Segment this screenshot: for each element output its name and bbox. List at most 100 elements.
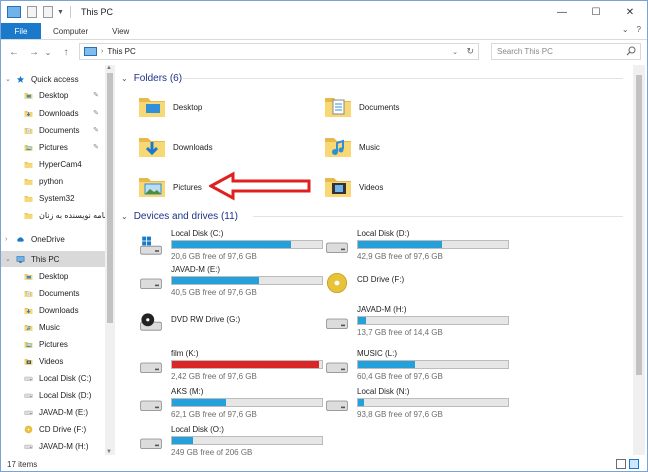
help-button[interactable]: ? xyxy=(637,25,641,34)
sidebar-item-3[interactable]: Downloads ✎ xyxy=(1,105,105,121)
forward-button[interactable]: → xyxy=(27,47,41,58)
drive-item[interactable]: DVD RW Drive (G:) xyxy=(135,305,323,341)
sidebar-item-15[interactable]: Music xyxy=(1,319,105,335)
drive-icon xyxy=(24,376,33,381)
sidebar-item-21[interactable]: CD Drive (F:) xyxy=(1,421,105,437)
properties-icon[interactable] xyxy=(27,6,37,18)
new-folder-icon[interactable] xyxy=(43,6,53,18)
drive-usage-bar xyxy=(357,316,509,325)
drive-usage-fill xyxy=(358,241,442,248)
nav-scroll-up-button[interactable]: ▲ xyxy=(106,65,112,71)
drives-heading: Devices and drives (11) xyxy=(133,210,239,222)
folder-downloads[interactable]: Downloads xyxy=(137,131,337,167)
sidebar-item-label: Local Disk (D:) xyxy=(39,390,92,400)
sidebar-item-19[interactable]: Local Disk (D:) xyxy=(1,387,105,403)
tab-view[interactable]: View xyxy=(100,23,141,39)
recent-locations-button[interactable]: ⌄ xyxy=(43,48,53,57)
expand-icon[interactable]: › xyxy=(5,236,7,243)
expand-ribbon-button[interactable]: ⌄ xyxy=(622,25,629,34)
sidebar-item-11[interactable]: ⌄ This PC xyxy=(1,251,105,267)
download-icon xyxy=(139,138,165,157)
sidebar-item-17[interactable]: Videos xyxy=(1,353,105,369)
collapse-icon[interactable]: ⌄ xyxy=(5,255,11,263)
sidebar-item-4[interactable]: Documents ✎ xyxy=(1,122,105,138)
drive-item[interactable]: Local Disk (N:) 93,8 GB free of 97,6 GB xyxy=(321,387,509,423)
sidebar-item-20[interactable]: JAVAD-M (E:) xyxy=(1,404,105,420)
sidebar-item-7[interactable]: python xyxy=(1,173,105,189)
sidebar-item-6[interactable]: HyperCam4 xyxy=(1,156,105,172)
folder-music[interactable]: Music xyxy=(323,131,523,167)
folder-documents[interactable]: Documents xyxy=(323,91,523,127)
back-button[interactable]: ← xyxy=(7,47,21,58)
drive-item[interactable]: Local Disk (C:) 20,6 GB free of 97,6 GB xyxy=(135,229,323,265)
refresh-button[interactable]: ↻ xyxy=(466,46,474,57)
windows-drive-icon xyxy=(140,236,162,255)
download-icon xyxy=(24,110,33,117)
drive-item[interactable]: MUSIC (L:) 60,4 GB free of 97,6 GB xyxy=(321,349,509,385)
drive-usage-fill xyxy=(358,361,415,368)
large-icons-view-button[interactable] xyxy=(629,459,639,469)
folder-videos[interactable]: Videos xyxy=(323,171,523,207)
sidebar-item-12[interactable]: Desktop xyxy=(1,268,105,284)
drive-usage-bar xyxy=(171,436,323,445)
sidebar-item-label: Music xyxy=(39,322,60,332)
sidebar-item-2[interactable]: Desktop ✎ xyxy=(1,87,105,103)
collapse-icon[interactable]: ⌄ xyxy=(5,75,11,83)
minimize-button[interactable]: — xyxy=(545,1,579,23)
tab-file[interactable]: File xyxy=(1,23,41,39)
drive-name: Local Disk (N:) xyxy=(357,387,410,396)
sidebar-item-16[interactable]: Pictures xyxy=(1,336,105,352)
content-scrollbar[interactable] xyxy=(633,65,645,455)
sidebar-item-22[interactable]: JAVAD-M (H:) xyxy=(1,438,105,454)
customize-quick-access-button[interactable]: ▼ xyxy=(57,9,64,16)
drive-icon xyxy=(326,318,348,329)
address-dropdown-button[interactable]: ⌄ xyxy=(452,48,458,56)
details-view-button[interactable] xyxy=(616,459,626,469)
drive-usage-bar xyxy=(171,276,323,285)
ribbon-right-controls: ⌄ ? xyxy=(622,25,641,34)
collapse-drives-icon: ⌄ xyxy=(121,211,128,221)
folder-label: Downloads xyxy=(173,143,213,152)
drive-item[interactable]: CD Drive (F:) xyxy=(321,265,509,301)
sidebar-item-label: OneDrive xyxy=(31,234,65,244)
drive-usage-fill xyxy=(172,241,291,248)
drives-group-header[interactable]: ⌄ Devices and drives (11) xyxy=(121,209,238,223)
sidebar-item-9[interactable]: نامه نویسنده به زنان xyxy=(1,207,105,223)
breadcrumb-separator[interactable]: › xyxy=(101,48,103,55)
drive-item[interactable]: Local Disk (O:) 249 GB free of 206 GB xyxy=(135,425,323,455)
drive-item[interactable]: film (K:) 2,42 GB free of 97,6 GB xyxy=(135,349,323,385)
tab-computer[interactable]: Computer xyxy=(41,23,100,39)
search-box[interactable]: Search This PC xyxy=(491,43,641,60)
sidebar-item-13[interactable]: Documents xyxy=(1,285,105,301)
close-button[interactable]: ✕ xyxy=(613,1,647,23)
folders-group-header[interactable]: ⌄ Folders (6) xyxy=(121,71,182,85)
sidebar-item-10[interactable]: › OneDrive xyxy=(1,231,105,247)
drive-icon xyxy=(326,242,348,253)
drive-usage-bar xyxy=(357,360,509,369)
navigation-scrollbar[interactable]: ▲ ▼ xyxy=(105,65,115,455)
folder-desktop[interactable]: Desktop xyxy=(137,91,337,127)
drive-item[interactable]: JAVAD-M (H:) 13,7 GB free of 14,4 GB xyxy=(321,305,509,341)
folder-label: Documents xyxy=(359,103,400,112)
search-input[interactable]: Search This PC xyxy=(497,47,553,56)
sidebar-item-18[interactable]: Local Disk (C:) xyxy=(1,370,105,386)
content-scroll-thumb[interactable] xyxy=(636,75,642,375)
drive-item[interactable]: AKS (M:) 62,1 GB free of 97,6 GB xyxy=(135,387,323,423)
up-button[interactable]: ↑ xyxy=(59,47,73,58)
pin-icon: ✎ xyxy=(93,127,99,134)
maximize-button[interactable]: ☐ xyxy=(579,1,613,23)
drive-item[interactable]: JAVAD-M (E:) 40,5 GB free of 97,6 GB xyxy=(135,265,323,301)
breadcrumb-this-pc[interactable]: This PC xyxy=(107,47,135,56)
address-bar[interactable]: › This PC ⌄ ↻ xyxy=(79,43,479,60)
sidebar-item-14[interactable]: Downloads xyxy=(1,302,105,318)
sidebar-item-8[interactable]: System32 xyxy=(1,190,105,206)
sidebar-item-5[interactable]: Pictures ✎ xyxy=(1,139,105,155)
sidebar-item-label: Quick access xyxy=(31,74,79,84)
sidebar-item-label: نامه نویسنده به زنان xyxy=(39,210,105,220)
cd-icon xyxy=(327,273,347,293)
drive-item[interactable]: Local Disk (D:) 42,9 GB free of 97,6 GB xyxy=(321,229,509,265)
window-controls: — ☐ ✕ xyxy=(545,1,647,23)
sidebar-item-1[interactable]: ⌄ Quick access xyxy=(1,71,105,87)
nav-scroll-down-button[interactable]: ▼ xyxy=(106,449,112,455)
nav-scroll-thumb[interactable] xyxy=(107,73,113,323)
